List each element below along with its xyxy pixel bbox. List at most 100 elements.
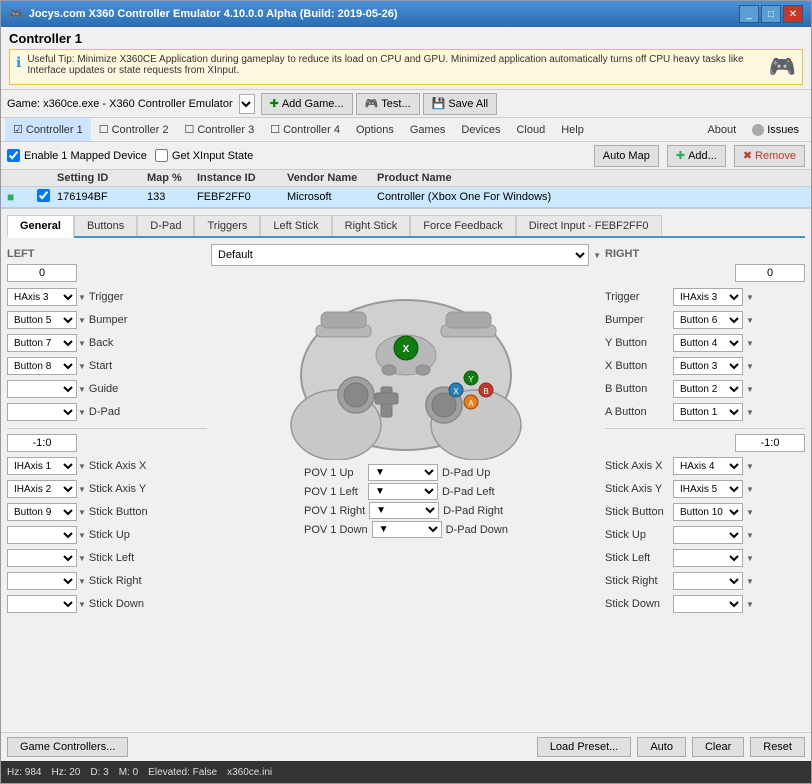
- right-stick-up-select[interactable]: [673, 526, 743, 544]
- device-checkbox[interactable]: [37, 189, 50, 202]
- menu-devices[interactable]: Devices: [453, 118, 508, 141]
- col-active-header: [7, 172, 37, 184]
- left-value-input[interactable]: [7, 264, 77, 282]
- status-elevated: Elevated: False: [148, 767, 217, 778]
- right-stick-up-label: Stick Up: [605, 529, 670, 541]
- minimize-button[interactable]: _: [739, 5, 759, 23]
- right-stick-right-select[interactable]: [673, 572, 743, 590]
- game-controllers-button[interactable]: Game Controllers...: [7, 737, 128, 757]
- left-guide-select[interactable]: [7, 380, 77, 398]
- right-trigger-select[interactable]: IHAxis 3: [673, 288, 743, 306]
- left-trigger-arrow: ▼: [78, 293, 86, 302]
- right-stick-down-select[interactable]: [673, 595, 743, 613]
- left-dpad-select[interactable]: [7, 403, 77, 421]
- remove-button[interactable]: ✖ Remove: [734, 145, 805, 167]
- add-button[interactable]: ✚ Add...: [667, 145, 726, 167]
- svg-text:X: X: [453, 387, 459, 396]
- right-x-select[interactable]: Button 3: [673, 357, 743, 375]
- left-stick-left-select[interactable]: [7, 549, 77, 567]
- left-back-label: Back: [89, 337, 113, 349]
- device-vendor-name: Microsoft: [287, 191, 377, 203]
- tab-buttons[interactable]: Buttons: [74, 215, 137, 236]
- auto-map-label: Auto Map: [603, 150, 650, 162]
- enable-mapped-checkbox[interactable]: [7, 149, 20, 162]
- left-stick-left-row: ▼ Stick Left: [7, 548, 207, 568]
- save-all-button[interactable]: 💾 Save All: [423, 93, 497, 115]
- dpad-down-select[interactable]: ▼: [372, 521, 442, 538]
- menu-controller3[interactable]: ☐ Controller 3: [176, 118, 262, 141]
- left-stick-right-select[interactable]: [7, 572, 77, 590]
- right-stick-value-input[interactable]: [735, 434, 805, 452]
- left-back-select[interactable]: Button 7: [7, 334, 77, 352]
- get-xinput-text: Get XInput State: [172, 150, 253, 162]
- left-guide-label: Guide: [89, 383, 118, 395]
- dpad-right-select[interactable]: ▼: [369, 502, 439, 519]
- menu-games[interactable]: Games: [402, 118, 453, 141]
- device-checkbox-cell[interactable]: [37, 189, 57, 205]
- right-stick-button-select[interactable]: Button 10: [673, 503, 743, 521]
- left-stick-axis-x-arrow: ▼: [78, 462, 86, 471]
- device-row[interactable]: ■ 176194BF 133 FEBF2FF0 Microsoft Contro…: [1, 187, 811, 208]
- menu-controller2-label: Controller 2: [112, 124, 169, 136]
- menu-options-label: Options: [356, 124, 394, 136]
- maximize-button[interactable]: □: [761, 5, 781, 23]
- get-xinput-label[interactable]: Get XInput State: [155, 149, 253, 162]
- col-instance-header: Instance ID: [197, 172, 287, 184]
- tab-direct-input[interactable]: Direct Input - FEBF2FF0: [516, 215, 662, 236]
- clear-button[interactable]: Clear: [692, 737, 744, 757]
- auto-map-button[interactable]: Auto Map: [594, 145, 659, 167]
- tab-triggers[interactable]: Triggers: [194, 215, 260, 236]
- right-stick-axis-y-select[interactable]: IHAxis 5: [673, 480, 743, 498]
- menu-controller2[interactable]: ☐ Controller 2: [91, 118, 177, 141]
- right-a-select[interactable]: Button 1: [673, 403, 743, 421]
- close-button[interactable]: ✕: [783, 5, 803, 23]
- right-bumper-select[interactable]: Button 6: [673, 311, 743, 329]
- menu-cloud-label: Cloud: [516, 124, 545, 136]
- tab-left-stick[interactable]: Left Stick: [260, 215, 331, 236]
- right-bumper-arrow: ▼: [746, 316, 754, 325]
- dpad-up-select[interactable]: ▼: [368, 464, 438, 481]
- menu-options[interactable]: Options: [348, 118, 402, 141]
- preset-select[interactable]: Default: [211, 244, 589, 266]
- right-stick-left-select[interactable]: [673, 549, 743, 567]
- tab-right-stick[interactable]: Right Stick: [332, 215, 411, 236]
- dpad-left-select[interactable]: ▼: [368, 483, 438, 500]
- left-stick-down-select[interactable]: [7, 595, 77, 613]
- left-stick-axis-y-select[interactable]: IHAxis 2: [7, 480, 77, 498]
- dpad-right-row: POV 1 Right ▼ D-Pad Right: [304, 502, 508, 519]
- auto-button[interactable]: Auto: [637, 737, 686, 757]
- test-button[interactable]: 🎮 Test...: [356, 93, 420, 115]
- tab-general[interactable]: General: [7, 215, 74, 238]
- right-value-input[interactable]: [735, 264, 805, 282]
- load-preset-button[interactable]: Load Preset...: [537, 737, 632, 757]
- game-selector[interactable]: [239, 94, 255, 114]
- left-stick-value-input[interactable]: [7, 434, 77, 452]
- tab-force-feedback[interactable]: Force Feedback: [410, 215, 515, 236]
- left-stick-up-select[interactable]: [7, 526, 77, 544]
- menu-controller4[interactable]: ☐ Controller 4: [262, 118, 348, 141]
- reset-button[interactable]: Reset: [750, 737, 805, 757]
- left-dpad-label: D-Pad: [89, 406, 120, 418]
- get-xinput-checkbox[interactable]: [155, 149, 168, 162]
- left-stick-axis-x-select[interactable]: IHAxis 1: [7, 457, 77, 475]
- right-y-select[interactable]: Button 4: [673, 334, 743, 352]
- right-stick-axis-x-select[interactable]: HAxis 4: [673, 457, 743, 475]
- left-start-select[interactable]: Button 8: [7, 357, 77, 375]
- menu-about[interactable]: About: [699, 118, 744, 141]
- menu-help[interactable]: Help: [553, 118, 592, 141]
- left-trigger-row: HAxis 3 ▼ Trigger: [7, 287, 207, 307]
- left-trigger-select[interactable]: HAxis 3: [7, 288, 77, 306]
- right-b-select[interactable]: Button 2: [673, 380, 743, 398]
- window-title: Jocys.com X360 Controller Emulator 4.10.…: [29, 8, 398, 20]
- right-y-row: Y Button Button 4 ▼: [605, 333, 805, 353]
- left-stick-left-arrow: ▼: [78, 554, 86, 563]
- menu-controller1[interactable]: ☑ Controller 1: [5, 118, 91, 141]
- save-all-label: Save All: [448, 98, 488, 110]
- enable-mapped-label[interactable]: Enable 1 Mapped Device: [7, 149, 147, 162]
- active-indicator: ■: [7, 190, 37, 204]
- menu-cloud[interactable]: Cloud: [508, 118, 553, 141]
- tab-dpad[interactable]: D-Pad: [137, 215, 194, 236]
- add-game-button[interactable]: ✚ Add Game...: [261, 93, 353, 115]
- left-bumper-select[interactable]: Button 5: [7, 311, 77, 329]
- left-stick-button-select[interactable]: Button 9: [7, 503, 77, 521]
